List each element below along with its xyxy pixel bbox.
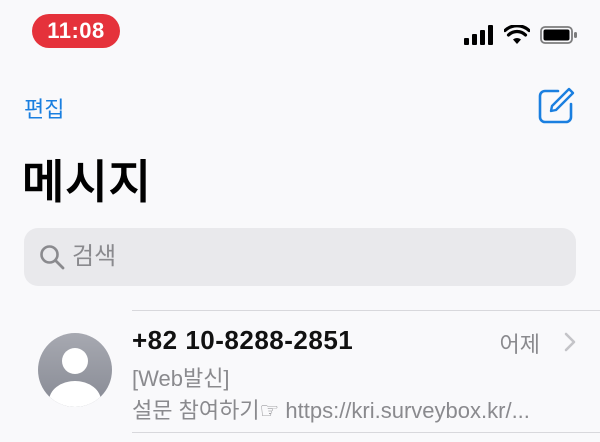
battery-icon bbox=[540, 26, 577, 44]
chevron-right-icon bbox=[564, 332, 576, 352]
status-bar: 11:08 bbox=[0, 0, 600, 64]
avatar bbox=[38, 333, 112, 407]
wifi-icon bbox=[504, 25, 530, 44]
cellular-signal-icon bbox=[464, 25, 493, 45]
status-time[interactable]: 11:08 bbox=[32, 14, 120, 48]
page-title: 메시지 bbox=[22, 156, 152, 208]
search-bar[interactable] bbox=[24, 228, 576, 286]
compose-icon bbox=[538, 87, 575, 124]
conversation-row[interactable]: +82 10-8288-2851 어제 [Web발신] 설문 참여하기☞ htt… bbox=[0, 311, 600, 432]
conversation-preview-line-2: 설문 참여하기☞ https://kri.surveybox.kr/... bbox=[132, 398, 530, 423]
conversation-preview-line-1: [Web발신] bbox=[132, 366, 230, 391]
search-input[interactable] bbox=[72, 243, 552, 271]
search-icon bbox=[40, 245, 65, 270]
conversation-sender: +82 10-8288-2851 bbox=[132, 325, 354, 355]
compose-button[interactable] bbox=[536, 86, 576, 126]
edit-button[interactable]: 편집 bbox=[24, 92, 64, 124]
list-divider bbox=[132, 432, 600, 433]
conversation-date: 어제 bbox=[499, 332, 540, 357]
status-icons bbox=[464, 22, 578, 48]
